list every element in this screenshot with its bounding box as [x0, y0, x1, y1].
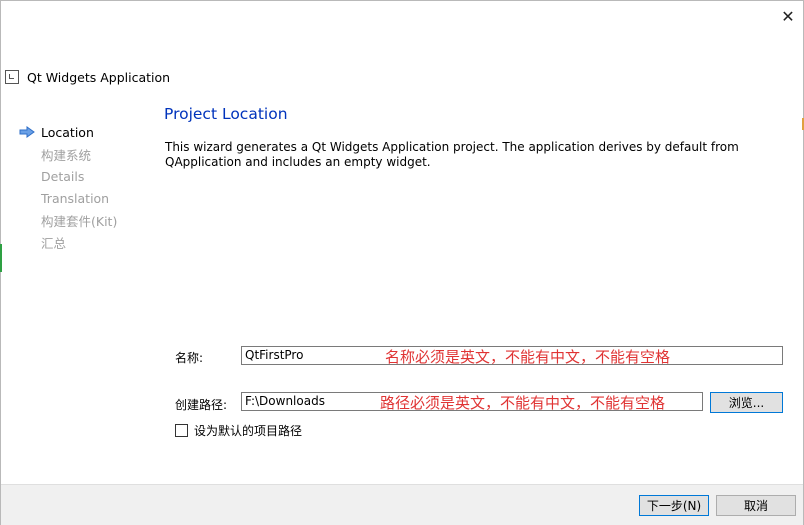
- close-icon: ✕: [781, 6, 795, 26]
- step-translation: Translation: [19, 187, 117, 209]
- default-path-label: 设为默认的项目路径: [194, 424, 303, 438]
- window-title-row: Qt Widgets Application: [5, 67, 170, 87]
- step-label: Details: [41, 168, 85, 184]
- step-location: Location: [19, 121, 117, 143]
- app-window-icon: [5, 70, 19, 84]
- name-annotation: 名称必须是英文，不能有中文，不能有空格: [385, 348, 671, 366]
- step-label: Location: [41, 124, 94, 140]
- description-line-1: This wizard generates a Qt Widgets Appli…: [165, 140, 739, 154]
- wizard-steps: Location 构建系统 Details Translation 构建套件(K…: [19, 121, 117, 253]
- step-label: Translation: [41, 190, 110, 206]
- name-field-value: QtFirstPro: [245, 348, 304, 362]
- step-label: 汇总: [41, 235, 67, 251]
- right-arrow-icon: [19, 126, 41, 138]
- step-label: 构建系统: [41, 147, 92, 163]
- next-button-label: 下一步(N): [646, 499, 702, 513]
- step-details: Details: [19, 165, 117, 187]
- wizard-window: ✕ Qt Widgets Application Location 构建系统 D…: [0, 0, 804, 525]
- window-title: Qt Widgets Application: [27, 69, 171, 85]
- cancel-button-label: 取消: [743, 499, 768, 513]
- name-label: 名称:: [175, 351, 204, 365]
- step-label: 构建套件(Kit): [41, 213, 118, 229]
- close-button[interactable]: ✕: [773, 3, 803, 29]
- browse-button-label: 浏览...: [728, 396, 765, 410]
- page-title: Project Location: [164, 105, 288, 123]
- description-line-2: QApplication and includes an empty widge…: [165, 155, 431, 169]
- path-annotation: 路径必须是英文，不能有中文，不能有空格: [380, 394, 666, 412]
- edge-marker: [0, 244, 2, 272]
- default-path-row[interactable]: 设为默认的项目路径: [175, 422, 302, 439]
- page-description: This wizard generates a Qt Widgets Appli…: [165, 140, 765, 170]
- step-summary: 汇总: [19, 231, 117, 253]
- browse-button[interactable]: 浏览...: [710, 392, 783, 413]
- wizard-footer: 下一步(N) 取消: [1, 484, 803, 525]
- step-kits: 构建套件(Kit): [19, 209, 117, 231]
- path-label: 创建路径:: [175, 398, 228, 412]
- next-button[interactable]: 下一步(N): [639, 495, 709, 516]
- cancel-button[interactable]: 取消: [716, 495, 796, 516]
- step-build-system: 构建系统: [19, 143, 117, 165]
- path-field-value: F:\Downloads: [245, 394, 325, 408]
- default-path-checkbox[interactable]: [175, 424, 188, 437]
